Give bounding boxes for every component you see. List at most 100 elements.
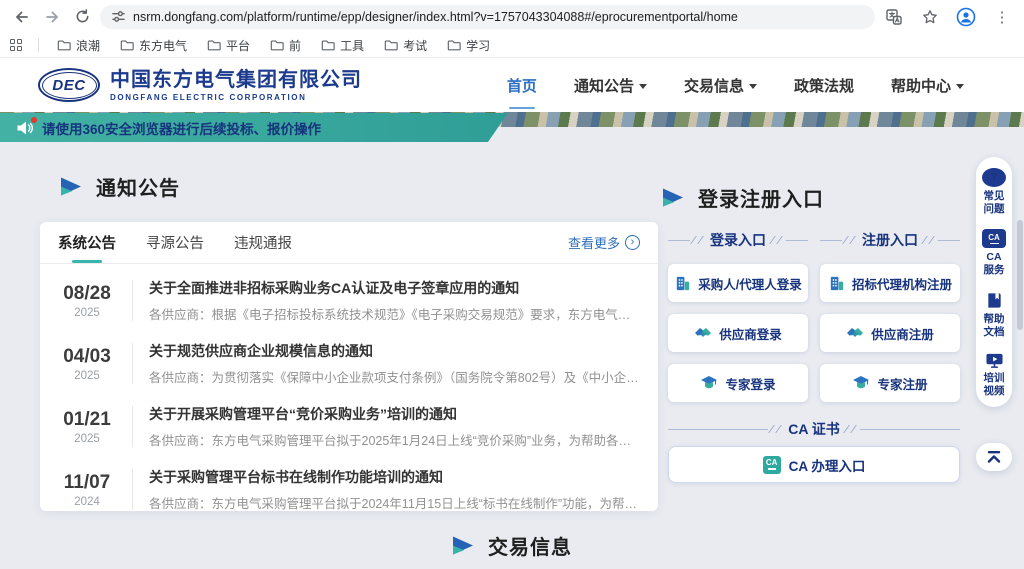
expert-login-button[interactable]: 专家登录 [668, 364, 808, 402]
entry-column-headers: 登录入口 注册入口 [668, 230, 960, 250]
folder-icon [321, 39, 335, 51]
nav-label: 帮助中心 [891, 75, 951, 96]
nav-label: 交易信息 [684, 75, 744, 96]
notice-tabs: 系统公告 寻源公告 违规通报 查看更多 › [40, 222, 658, 264]
browser-window: nsrm.dongfang.com/platform/runtime/epp/d… [0, 0, 1024, 569]
address-bar[interactable]: nsrm.dongfang.com/platform/runtime/epp/d… [100, 5, 875, 29]
view-more-label: 查看更多 [568, 233, 620, 252]
nav-policies[interactable]: 政策法规 [794, 75, 854, 96]
login-entry-header: 登录入口 [668, 230, 808, 250]
back-button[interactable] [10, 5, 34, 29]
apps-grid-icon[interactable] [10, 39, 22, 51]
supplier-register-button[interactable]: 供应商注册 [820, 314, 960, 352]
bookmark-folder[interactable]: 学习 [439, 35, 498, 56]
ca-icon: CA [763, 456, 781, 474]
bookmark-folder[interactable]: 平台 [199, 35, 258, 56]
tab-system-notices[interactable]: 系统公告 [58, 222, 116, 263]
notice-date-year: 2025 [58, 370, 116, 382]
notice-date: 04/03 2025 [58, 346, 116, 382]
button-label: 供应商注册 [871, 324, 934, 343]
training-video-shortcut[interactable]: 培训视频 [982, 352, 1006, 398]
notice-row[interactable]: 11/07 2024 关于采购管理平台标书在线制作功能培训的通知 各供应商：东方… [40, 458, 658, 521]
notices-section-title: 通知公告 [60, 172, 180, 201]
notice-summary: 各供应商：为贯彻落实《保障中小企业款项支付条例》（国务院令第802号）及《中小企… [149, 367, 640, 386]
divider [132, 343, 133, 384]
faq-shortcut[interactable]: ? 常见问题 [982, 168, 1006, 216]
notice-date: 01/21 2025 [58, 409, 116, 445]
reload-icon [75, 9, 90, 24]
profile-button[interactable] [954, 5, 978, 29]
graduation-cap-icon [700, 375, 718, 391]
chevron-down-icon [956, 84, 964, 89]
login-section-title: 登录注册入口 [662, 183, 824, 212]
organization-icon [828, 275, 845, 292]
section-title-text: 通知公告 [96, 172, 180, 201]
notice-date-md: 04/03 [58, 346, 116, 368]
notice-date-year: 2025 [58, 307, 116, 319]
help-doc-shortcut[interactable]: 帮助文档 [982, 291, 1006, 339]
notice-row[interactable]: 08/28 2025 关于全面推进非招标采购业务CA认证及电子签章应用的通知 各… [40, 269, 658, 332]
bookmark-folder[interactable]: 考试 [376, 35, 435, 56]
bookmark-star-button[interactable] [918, 5, 942, 29]
ca-service-shortcut[interactable]: CA CA服务 [982, 229, 1006, 277]
bookmark-label: 工具 [340, 37, 364, 54]
nav-label: 首页 [507, 75, 537, 96]
notice-title: 关于全面推进非招标采购业务CA认证及电子签章应用的通知 [149, 278, 640, 298]
forward-button[interactable] [40, 5, 64, 29]
notice-row[interactable]: 04/03 2025 关于规范供应商企业规模信息的通知 各供应商：为贯彻落实《保… [40, 332, 658, 395]
folder-icon [57, 39, 71, 51]
notice-row[interactable]: 01/21 2025 关于开展采购管理平台“竞价采购业务”培训的通知 各供应商：… [40, 395, 658, 458]
button-label: CA 办理入口 [789, 455, 866, 475]
bookmark-label: 东方电气 [139, 37, 187, 54]
url-text: nsrm.dongfang.com/platform/runtime/epp/d… [133, 10, 738, 24]
ca-service-icon: CA [982, 229, 1006, 248]
tab-violation-reports[interactable]: 违规通报 [234, 222, 292, 263]
reload-button[interactable] [70, 5, 94, 29]
shortcut-label: 培训视频 [982, 372, 1006, 398]
translate-button[interactable] [882, 5, 906, 29]
view-more-link[interactable]: 查看更多 › [568, 233, 640, 252]
back-to-top-button[interactable] [976, 443, 1012, 471]
ca-cert-header: CA 证书 [668, 419, 960, 439]
nav-help-center[interactable]: 帮助中心 [891, 75, 964, 96]
ca-apply-button[interactable]: CA CA 办理入口 [668, 446, 960, 483]
notice-date-year: 2024 [58, 496, 116, 508]
back-to-top-icon [986, 450, 1002, 464]
bookmark-folder[interactable]: 东方电气 [112, 35, 195, 56]
company-name-en: DONGFANG ELECTRIC CORPORATION [110, 93, 362, 102]
bookmark-folder[interactable]: 浪潮 [49, 35, 108, 56]
bookmarks-bar: 浪潮 东方电气 平台 前 工具 考试 学习 [0, 33, 1024, 58]
page-scrollbar[interactable] [1017, 220, 1023, 330]
company-name: 中国东方电气集团有限公司 DONGFANG ELECTRIC CORPORATI… [110, 69, 362, 102]
folder-icon [207, 39, 221, 51]
nav-home[interactable]: 首页 [507, 75, 537, 96]
nav-transactions[interactable]: 交易信息 [684, 75, 757, 96]
banner-notice-text: 请使用360安全浏览器进行后续投标、报价操作 [42, 118, 321, 138]
button-label: 供应商登录 [719, 324, 782, 343]
translate-icon [886, 9, 902, 25]
bidding-agency-register-button[interactable]: 招标代理机构注册 [820, 264, 960, 302]
bookmark-folder[interactable]: 前 [262, 35, 309, 56]
shortcut-label: 常见问题 [982, 190, 1006, 216]
bookmark-label: 浪潮 [76, 37, 100, 54]
section-title-text: 交易信息 [488, 531, 572, 560]
notice-date-md: 01/21 [58, 409, 116, 431]
bookmark-label: 学习 [466, 37, 490, 54]
button-label: 招标代理机构注册 [852, 274, 952, 293]
register-entry-header: 注册入口 [820, 230, 960, 250]
chrome-menu-button[interactable]: ⋮ [990, 5, 1014, 29]
supplier-login-button[interactable]: 供应商登录 [668, 314, 808, 352]
notice-date-md: 11/07 [58, 472, 116, 494]
expert-register-button[interactable]: 专家注册 [820, 364, 960, 402]
faq-icon: ? [982, 168, 1006, 187]
nav-notices[interactable]: 通知公告 [574, 75, 647, 96]
profile-avatar-icon [956, 7, 976, 27]
tab-sourcing-notices[interactable]: 寻源公告 [146, 222, 204, 263]
main-nav: 首页 通知公告 交易信息 政策法规 帮助中心 [507, 75, 964, 96]
bookmark-label: 考试 [403, 37, 427, 54]
browser-toolbar: nsrm.dongfang.com/platform/runtime/epp/d… [0, 0, 1024, 33]
buyer-agent-login-button[interactable]: 采购人/代理人登录 [668, 264, 808, 302]
bookmark-folder[interactable]: 工具 [313, 35, 372, 56]
notices-card: 系统公告 寻源公告 违规通报 查看更多 › 08/28 2025 关于全面推进非… [40, 222, 658, 511]
browser-notice-banner: 请使用360安全浏览器进行后续投标、报价操作 [0, 113, 508, 142]
